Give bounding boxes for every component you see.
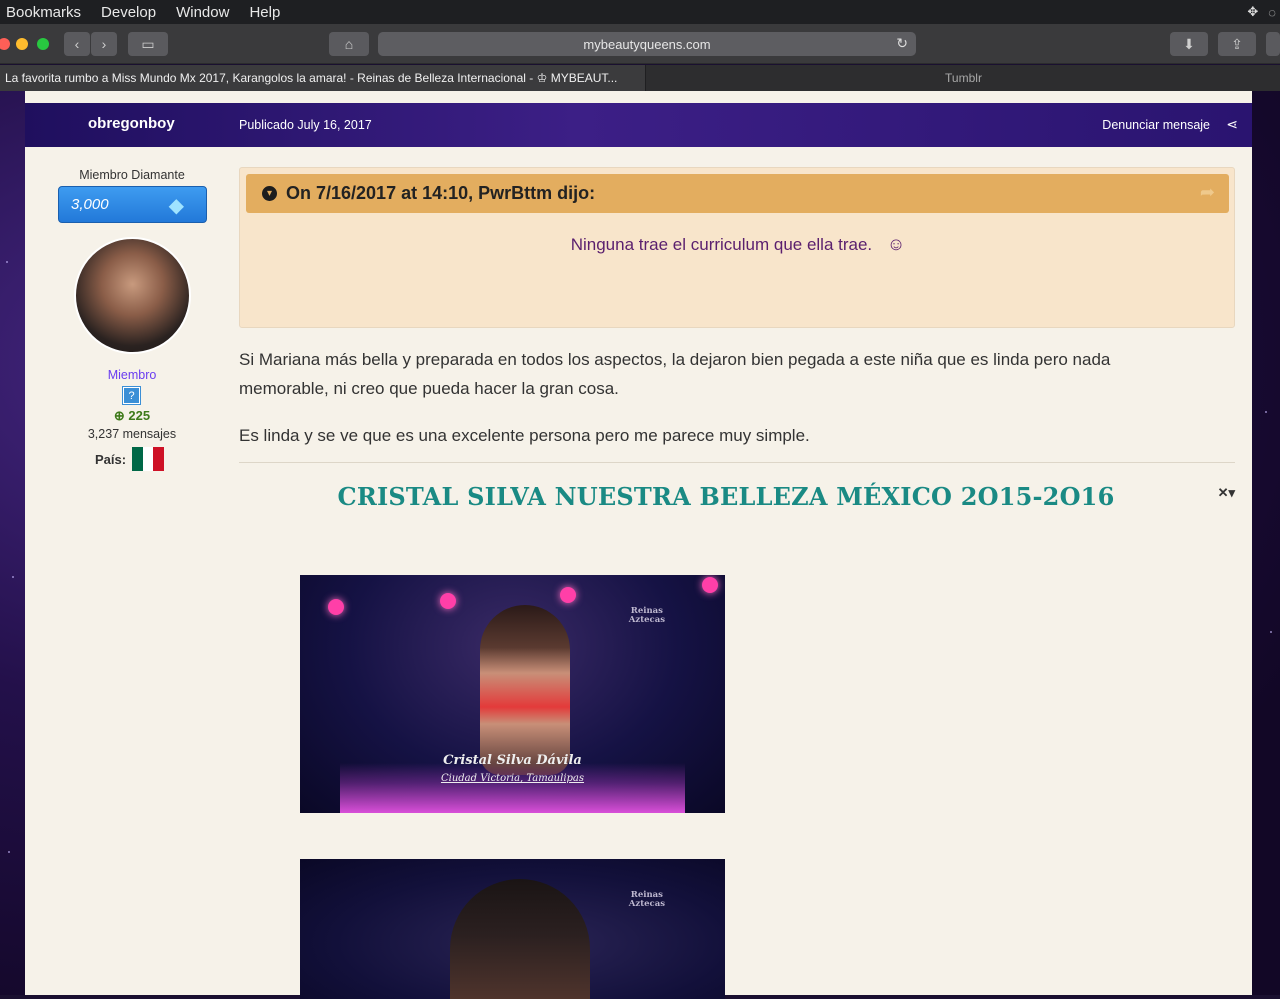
mexico-flag-icon	[132, 447, 165, 471]
go-to-quote-icon[interactable]: ➦	[1200, 182, 1215, 203]
tabs-overview-button[interactable]	[1266, 32, 1280, 56]
share-button[interactable]: ⇪	[1218, 32, 1256, 56]
back-button[interactable]: ‹	[64, 32, 90, 56]
reload-icon[interactable]: ↻	[896, 35, 908, 52]
post-paragraph-1: Si Mariana más bella y preparada en todo…	[239, 350, 1111, 398]
country-row: País:	[95, 447, 165, 471]
download-icon: ⬇	[1183, 35, 1195, 52]
address-bar[interactable]: mybeautyqueens.com ↻	[378, 32, 916, 56]
zoom-window-button[interactable]	[37, 38, 49, 50]
member-group: Miembro	[107, 368, 157, 382]
menubar-status-icons: ✥ ◌	[1247, 0, 1280, 24]
move-icon[interactable]: ✥	[1247, 4, 1258, 20]
quote-text-row: Ninguna trae el curriculum que ella trae…	[240, 234, 1236, 255]
quote-text: Ninguna trae el curriculum que ella trae…	[570, 235, 873, 254]
video-caption-name: Cristal Silva Dávila	[443, 753, 582, 768]
quote-header[interactable]: ▾ On 7/16/2017 at 14:10, PwrBttm dijo: ➦	[246, 174, 1229, 213]
home-icon: ⌂	[344, 36, 354, 52]
country-label: País:	[95, 451, 127, 467]
tab-tumblr[interactable]: Tumblr	[647, 65, 1280, 91]
video-caption-city: Ciudad Victoria, Tamaulipas	[440, 773, 585, 784]
avatar[interactable]	[74, 237, 191, 354]
post-date[interactable]: Publicado July 16, 2017	[239, 118, 372, 132]
post-author[interactable]: obregonboy	[88, 115, 175, 132]
stage-light	[440, 593, 456, 609]
sidebar-icon: ▭	[141, 35, 155, 52]
stage-light	[702, 577, 718, 593]
chevron-left-icon: ‹	[74, 36, 80, 52]
stage-light	[328, 599, 344, 615]
share-icon: ⇪	[1231, 35, 1243, 52]
share-icon[interactable]: ⋖	[1226, 116, 1238, 133]
video-frame-2[interactable]: Reinas Aztecas	[300, 859, 725, 999]
plus-circle-icon: ⊕	[113, 408, 125, 423]
quote-block: ▾ On 7/16/2017 at 14:10, PwrBttm dijo: ➦…	[239, 167, 1235, 328]
rank-badge: 3,000 ◆	[58, 186, 207, 223]
sidebar-toggle-button[interactable]: ▭	[128, 32, 168, 56]
rank-points: 3,000	[71, 196, 109, 213]
divider	[239, 462, 1235, 463]
macos-menubar: Bookmarks Develop Window Help ✥ ◌	[0, 0, 1280, 24]
rank-title: Miembro Diamante	[79, 168, 185, 182]
diamond-icon: ◆	[168, 195, 184, 217]
forward-button[interactable]: ›	[91, 32, 117, 56]
post-paragraph-2: Es linda y se ve que es una excelente pe…	[239, 426, 810, 445]
stage-light	[560, 587, 576, 603]
embed-options-icon[interactable]: ✕▾	[1218, 485, 1235, 501]
contestant-figure	[450, 879, 590, 999]
post-header: obregonboy Publicado July 16, 2017 Denun…	[25, 103, 1252, 147]
video-watermark: Reinas Aztecas	[629, 607, 665, 625]
post-count: 3,237 mensajes	[87, 427, 177, 441]
browser-toolbar: ‹ › ▭ ⌂ mybeautyqueens.com ↻ ⬇ ⇪	[0, 24, 1280, 64]
chevron-down-icon[interactable]: ▾	[262, 186, 277, 201]
page-background: obregonboy Publicado July 16, 2017 Denun…	[0, 91, 1280, 999]
tab-active[interactable]: La favorita rumbo a Miss Mundo Mx 2017, …	[0, 65, 646, 91]
video-frame-1[interactable]: Reinas Aztecas Cristal Silva Dávila Ciud…	[300, 575, 725, 813]
report-post-link[interactable]: Denunciar mensaje	[1102, 118, 1210, 132]
reputation-value: 225	[128, 408, 151, 423]
reputation[interactable]: ⊕ 225	[25, 408, 239, 424]
menu-window[interactable]: Window	[176, 4, 229, 21]
embed-title: CRISTAL SILVA NUESTRA BELLEZA MÉXICO 2O1…	[337, 482, 1115, 511]
video-watermark: Reinas Aztecas	[629, 891, 665, 909]
smiley-icon: ☺	[886, 234, 906, 254]
url-text: mybeautyqueens.com	[583, 36, 711, 52]
downloads-button[interactable]: ⬇	[1170, 32, 1208, 56]
watermark-line-2: Aztecas	[628, 899, 665, 909]
close-window-button[interactable]	[0, 38, 10, 50]
home-button[interactable]: ⌂	[329, 32, 369, 56]
post-top-strip	[25, 91, 1252, 103]
menu-bookmarks[interactable]: Bookmarks	[6, 4, 81, 21]
menu-help[interactable]: Help	[249, 4, 280, 21]
tab-bar: La favorita rumbo a Miss Mundo Mx 2017, …	[0, 65, 1280, 91]
stage-glow	[340, 763, 685, 813]
menu-develop[interactable]: Develop	[101, 4, 156, 21]
quote-citation: On 7/16/2017 at 14:10, PwrBttm dijo:	[286, 183, 596, 203]
group-icon: ?	[122, 386, 141, 405]
contestant-figure	[480, 605, 570, 775]
forum-post: obregonboy Publicado July 16, 2017 Denun…	[25, 91, 1252, 999]
minimize-window-button[interactable]	[16, 38, 28, 50]
status-icon[interactable]: ◌	[1268, 5, 1276, 20]
chevron-right-icon: ›	[101, 36, 107, 52]
watermark-line-2: Aztecas	[628, 615, 665, 625]
